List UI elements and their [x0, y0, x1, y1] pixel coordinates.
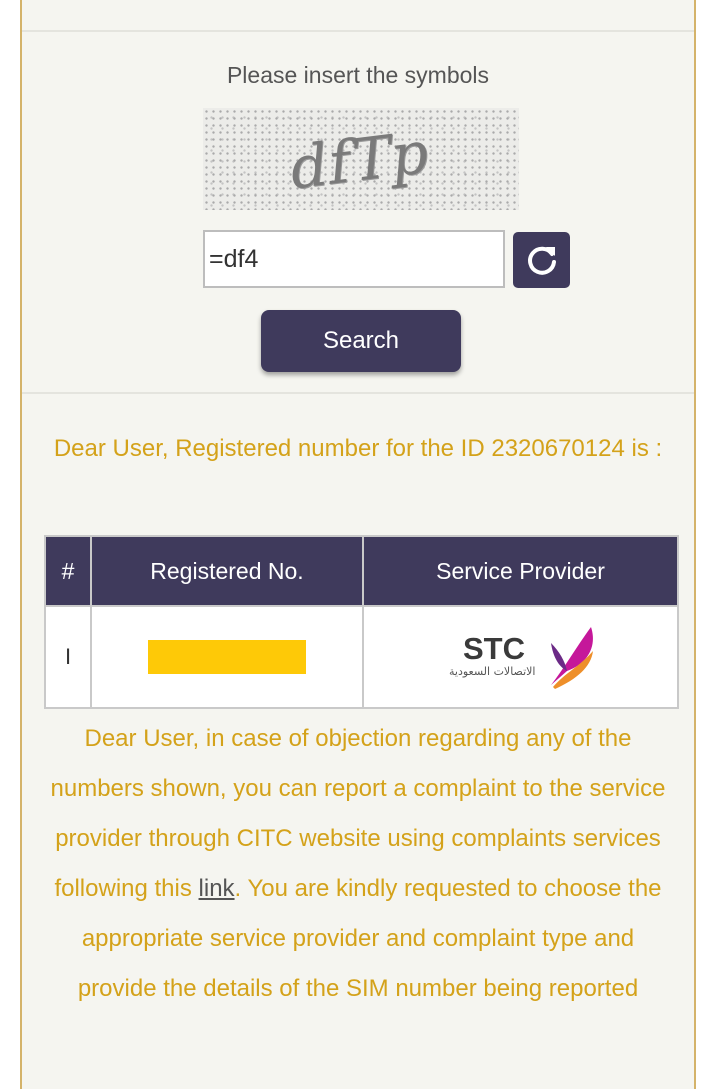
stc-logo-arabic: الاتصالات السعودية: [449, 665, 535, 678]
result-message: Dear User, Registered number for the ID …: [53, 435, 663, 462]
refresh-icon: [527, 246, 556, 275]
captcha-image: dfTp: [203, 108, 519, 210]
table-row: I STC الاتصالات السعودية: [44, 605, 679, 709]
masked-number: [148, 640, 306, 674]
captcha-input[interactable]: [203, 230, 505, 288]
registered-numbers-table: # Registered No. Service Provider I STC …: [44, 535, 679, 709]
verification-panel: Please insert the symbols dfTp Search De…: [20, 0, 696, 1089]
service-provider-cell: STC الاتصالات السعودية: [362, 605, 679, 709]
header-service-provider: Service Provider: [362, 535, 679, 607]
header-registered-no: Registered No.: [90, 535, 364, 607]
stc-logo: STC الاتصالات السعودية: [449, 627, 593, 689]
stc-logo-name: STC: [463, 631, 525, 666]
captcha-image-text: dfTp: [287, 116, 435, 204]
row-index: I: [44, 605, 92, 709]
search-button[interactable]: Search: [261, 310, 461, 372]
header-index: #: [44, 535, 92, 607]
refresh-captcha-button[interactable]: [513, 232, 570, 288]
top-divider: [22, 30, 694, 32]
complaint-info: Dear User, in case of objection regardin…: [40, 714, 676, 1014]
complaint-link[interactable]: link: [199, 875, 235, 902]
middle-divider: [22, 392, 694, 394]
captcha-prompt: Please insert the symbols: [226, 62, 490, 88]
registered-number-cell: [90, 605, 364, 709]
table-header-row: # Registered No. Service Provider: [44, 535, 679, 607]
